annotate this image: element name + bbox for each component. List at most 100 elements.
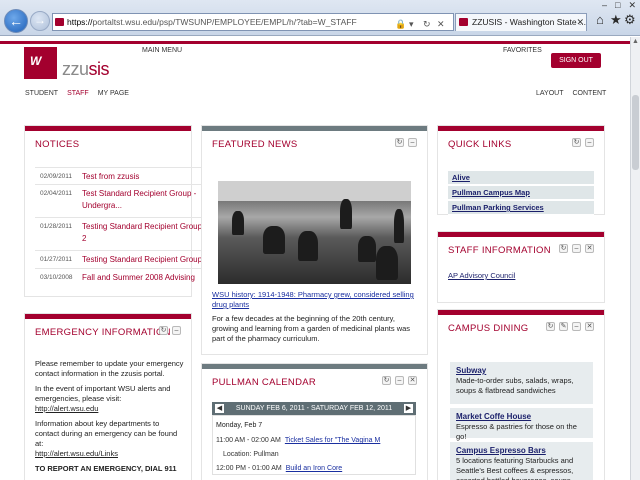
close-icon[interactable]: ✕: [585, 244, 594, 253]
photo-figure: [376, 246, 398, 280]
dining-name-link[interactable]: Subway: [456, 366, 587, 376]
main-menu-link[interactable]: MAIN MENU: [142, 47, 182, 54]
refresh-icon[interactable]: ↻: [423, 16, 431, 30]
browser-toolbar: ← → https://portaltst.wsu.edu/psp/TWSUNP…: [0, 0, 640, 36]
calendar-events: Monday, Feb 7 11:00 AM - 02:00 AM Ticket …: [212, 415, 416, 475]
event-link[interactable]: Ticket Sales for "The Vagina M: [285, 437, 380, 444]
refresh-icon[interactable]: ↻: [395, 138, 404, 147]
maximize-icon[interactable]: □: [615, 0, 620, 10]
wsu-logo: W: [24, 47, 57, 79]
calendar-day: Monday, Feb 7: [216, 422, 263, 429]
quick-link-campus-map[interactable]: Pullman Campus Map: [448, 186, 594, 200]
news-photo[interactable]: [218, 181, 411, 284]
refresh-icon[interactable]: ↻: [382, 376, 391, 385]
emergency-paragraph: In the event of important WSU alerts and…: [35, 384, 171, 403]
close-icon[interactable]: ✕: [585, 322, 594, 331]
window-controls: – □ ✕: [594, 0, 636, 10]
address-bar[interactable]: https://portaltst.wsu.edu/psp/TWSUNP/EMP…: [52, 13, 454, 31]
dining-description: 5 locations featuring Starbucks and Seat…: [456, 456, 574, 480]
zzusis-logo-text: zzusis: [62, 59, 110, 79]
notice-item[interactable]: 03/10/2008 Fall and Summer 2008 Advising: [35, 268, 205, 298]
notice-date: 02/04/2011: [40, 190, 73, 197]
dining-item: Subway Made-to-order subs, salads, wraps…: [450, 362, 593, 404]
quick-link-alive[interactable]: Alive: [448, 171, 594, 185]
content-link[interactable]: CONTENT: [573, 90, 607, 97]
minimize-icon[interactable]: –: [172, 326, 181, 335]
forward-button[interactable]: →: [30, 11, 50, 31]
staff-information-portlet: STAFF INFORMATION ↻ – ✕ AP Advisory Coun…: [438, 232, 604, 302]
prev-week-icon[interactable]: ◀: [215, 404, 224, 413]
next-week-icon[interactable]: ▶: [404, 404, 413, 413]
notice-title[interactable]: Test Standard Recipient Group - Undergra…: [82, 188, 205, 214]
close-icon[interactable]: ✕: [408, 376, 417, 385]
layout-link[interactable]: LAYOUT: [536, 90, 564, 97]
emergency-dial: TO REPORT AN EMERGENCY, DIAL 911: [35, 464, 177, 473]
site-favicon: [55, 18, 64, 26]
dining-name-link[interactable]: Market Coffe House: [456, 412, 587, 422]
edit-icon[interactable]: ✎: [559, 322, 568, 331]
stop-icon[interactable]: ✕: [437, 16, 445, 30]
emergency-paragraph: Please remember to update your emergency…: [35, 359, 184, 378]
calendar-event-location: Location: Pullman: [223, 451, 279, 458]
tab-title: ZZUSIS - Washington State ...: [472, 17, 587, 27]
favorites-star-icon[interactable]: ★: [610, 12, 622, 28]
alert-links-link[interactable]: http://alert.wsu.edu/Links: [35, 449, 118, 458]
news-headline-link[interactable]: WSU history: 1914-1948: Pharmacy grew, c…: [212, 290, 417, 310]
refresh-icon[interactable]: ↻: [159, 326, 168, 335]
home-icon[interactable]: ⌂: [596, 12, 604, 27]
scroll-thumb[interactable]: [632, 95, 639, 170]
notice-title[interactable]: Testing Standard Recipient Group 2: [82, 221, 205, 247]
top-accent-line: [0, 41, 630, 44]
photo-figure: [394, 209, 404, 243]
minimize-icon[interactable]: –: [572, 244, 581, 253]
event-link[interactable]: Build an Iron Core: [286, 465, 342, 472]
portlet-title: NOTICES: [35, 139, 80, 150]
refresh-icon[interactable]: ↻: [559, 244, 568, 253]
portlet-title: QUICK LINKS: [448, 139, 512, 150]
notice-item[interactable]: 01/28/2011 Testing Standard Recipient Gr…: [35, 217, 205, 247]
emergency-text: Please remember to update your emergency…: [35, 359, 185, 474]
notice-title[interactable]: Fall and Summer 2008 Advising: [82, 272, 205, 298]
photo-figure: [232, 211, 244, 235]
back-button[interactable]: ←: [4, 9, 28, 33]
refresh-icon[interactable]: ↻: [546, 322, 555, 331]
favorites-link[interactable]: FAVORITES: [503, 47, 542, 54]
minimize-icon[interactable]: –: [572, 322, 581, 331]
portlet-title: PULLMAN CALENDAR: [212, 377, 317, 388]
dining-item: Campus Espresso Bars 5 locations featuri…: [450, 442, 593, 480]
dropdown-icon[interactable]: ▾: [409, 16, 414, 30]
minimize-icon[interactable]: –: [395, 376, 404, 385]
page-content: MAIN MENU FAVORITES W zzusis SIGN OUT ST…: [0, 37, 630, 480]
calendar-range: SUNDAY FEB 6, 2011 - SATURDAY FEB 12, 20…: [235, 405, 393, 412]
notice-item[interactable]: 02/04/2011 Test Standard Recipient Group…: [35, 184, 205, 214]
tab-close-icon[interactable]: ✕: [576, 14, 584, 31]
quick-links-portlet: QUICK LINKS ↻ – Alive Pullman Campus Map…: [438, 126, 604, 215]
browser-tab[interactable]: ZZUSIS - Washington State ... ✕: [455, 13, 587, 31]
notice-date: 01/28/2011: [40, 223, 73, 230]
tab-my-page[interactable]: MY PAGE: [98, 90, 129, 97]
lock-icon[interactable]: 🔒: [395, 16, 406, 30]
scroll-up-icon[interactable]: ▲: [632, 38, 639, 45]
dining-item: Market Coffe House Espresso & pastries f…: [450, 408, 593, 441]
close-window-icon[interactable]: ✕: [628, 0, 636, 10]
photo-figure: [298, 231, 318, 261]
quick-link-parking[interactable]: Pullman Parking Services: [448, 201, 594, 215]
portlet-title: CAMPUS DINING: [448, 323, 529, 334]
page-options: LAYOUT CONTENT: [527, 90, 606, 97]
ap-advisory-link[interactable]: AP Advisory Council: [448, 271, 515, 280]
tab-nav: STUDENT STAFF MY PAGE: [25, 90, 138, 97]
dining-description: Made-to-order subs, salads, wraps, soups…: [456, 376, 574, 395]
refresh-icon[interactable]: ↻: [572, 138, 581, 147]
tab-staff[interactable]: STAFF: [67, 90, 89, 97]
tab-student[interactable]: STUDENT: [25, 90, 58, 97]
dining-name-link[interactable]: Campus Espresso Bars: [456, 446, 587, 456]
vertical-scrollbar[interactable]: ▲: [630, 37, 640, 480]
alert-link[interactable]: http://alert.wsu.edu: [35, 404, 98, 413]
tab-favicon: [459, 18, 468, 26]
notices-portlet: NOTICES 02/09/2011 Test from zzusis 02/0…: [25, 126, 205, 296]
minimize-icon[interactable]: –: [602, 0, 607, 10]
minimize-icon[interactable]: –: [408, 138, 417, 147]
settings-gear-icon[interactable]: ⚙: [624, 12, 636, 28]
minimize-icon[interactable]: –: [585, 138, 594, 147]
sign-out-button[interactable]: SIGN OUT: [551, 53, 601, 68]
